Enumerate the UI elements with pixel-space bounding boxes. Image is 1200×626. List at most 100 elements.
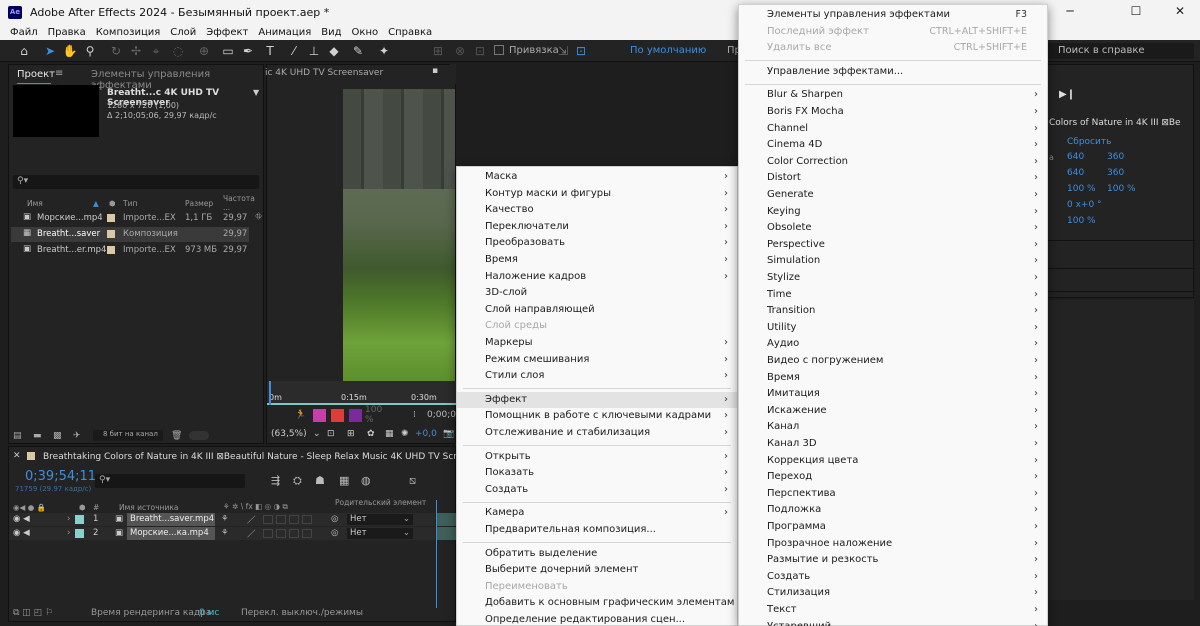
toggle-switch[interactable]	[189, 431, 209, 440]
work-area-bar[interactable]	[267, 403, 457, 405]
switch-box[interactable]	[289, 515, 299, 524]
fx-устаревший[interactable]: Устаревший ›	[739, 619, 1047, 626]
mask-icon[interactable]	[313, 408, 326, 422]
ctx-открыть[interactable]: Открыть ›	[457, 449, 737, 466]
ctx-режим-смешивания[interactable]: Режим смешивания ›	[457, 352, 737, 369]
tab-composition[interactable]: ic 4K UHD TV Screensaver	[265, 68, 383, 78]
ctx-добавить-к-основным-графическим-элементам[interactable]: Добавить к основным графическим элемента…	[457, 595, 737, 612]
help-search-input[interactable]: Поиск в справке	[1058, 45, 1145, 56]
shy-icon[interactable]: ☗	[315, 474, 325, 487]
fx-cinema-4d[interactable]: Cinema 4D ›	[739, 137, 1047, 154]
fx-управление-эффектами[interactable]: Управление эффектами...	[739, 64, 1047, 81]
fx-имитация[interactable]: Имитация ›	[739, 386, 1047, 403]
play-icon[interactable]: ▶❙	[1059, 89, 1075, 100]
quality-switch-icon[interactable]: ／	[247, 514, 256, 526]
fx-generate[interactable]: Generate ›	[739, 187, 1047, 204]
fx-подложка[interactable]: Подложка ›	[739, 502, 1047, 519]
fx-время[interactable]: Время ›	[739, 370, 1047, 387]
col-type[interactable]: Тип	[123, 199, 137, 208]
rectangle-tool-icon[interactable]: ▭	[220, 43, 236, 59]
project-item[interactable]: ▦ Breatht...saver Композиция 29,97	[11, 227, 249, 242]
expand-icon[interactable]: ›	[67, 514, 70, 524]
fx-blur-sharpen[interactable]: Blur & Sharpen ›	[739, 87, 1047, 104]
ctx-переключатели[interactable]: Переключатели ›	[457, 219, 737, 236]
fx-time[interactable]: Time ›	[739, 287, 1047, 304]
parent-dropdown[interactable]: Нет ⌄	[347, 528, 413, 539]
menu-1[interactable]: Правка	[48, 27, 86, 38]
fx-distort[interactable]: Distort ›	[739, 170, 1047, 187]
ctx-маска[interactable]: Маска ›	[457, 169, 737, 186]
menu-8[interactable]: Справка	[388, 27, 432, 38]
fx-создать[interactable]: Создать ›	[739, 569, 1047, 586]
world-axis-icon[interactable]: ⊗	[452, 43, 468, 59]
ctx-3d-слой[interactable]: 3D-слой	[457, 285, 737, 302]
channels-icon[interactable]: ✿	[367, 429, 375, 439]
roto-brush-icon[interactable]: ✎	[350, 43, 366, 59]
table-row[interactable]: ◉ ◀ › 2 ▣ Морские...ка.mp4 ⚘ ／ ◎ Нет ⌄	[9, 527, 457, 540]
col-size[interactable]: Размер	[185, 199, 213, 208]
ctx-наложение-кадров[interactable]: Наложение кадров ›	[457, 269, 737, 286]
ctx-время[interactable]: Время ›	[457, 252, 737, 269]
col-name[interactable]: Имя	[27, 199, 43, 208]
switch-box[interactable]	[302, 529, 312, 538]
hand-tool-icon[interactable]: ✋	[62, 43, 78, 59]
property-value[interactable]: 100 %	[1067, 184, 1096, 194]
interpret-footage-icon[interactable]: ▤	[13, 431, 22, 441]
ctx-отслеживание-и-стабилизация[interactable]: Отслеживание и стабилизация ›	[457, 425, 737, 442]
draft-3d-icon[interactable]: ⛭	[293, 474, 302, 488]
reset-button[interactable]: Сбросить	[1067, 137, 1111, 147]
camera-tool-icon[interactable]: ⌖	[148, 43, 164, 59]
fx-видео-с-погружением[interactable]: Видео с погружением ›	[739, 353, 1047, 370]
layer-duration-bar[interactable]	[437, 527, 457, 540]
current-timecode[interactable]: 0;39;54;11	[25, 469, 96, 484]
tab-project[interactable]: Проект	[17, 69, 55, 80]
switch-modes-toggle[interactable]: Перекл. выключ./режимы	[241, 608, 363, 618]
anchor-tool-icon[interactable]: ⊕	[196, 43, 212, 59]
motion-blur-icon[interactable]: ◍	[361, 474, 371, 487]
fx-perspective[interactable]: Perspective ›	[739, 237, 1047, 254]
rotate-tool-icon[interactable]: ↻	[108, 43, 124, 59]
col-source-name[interactable]: Имя источника	[119, 503, 178, 512]
timeline-playhead[interactable]	[436, 500, 437, 608]
ctx-преобразовать[interactable]: Преобразовать ›	[457, 235, 737, 252]
parent-dropdown[interactable]: Нет ⌄	[347, 514, 413, 525]
fx-канал[interactable]: Канал ›	[739, 419, 1047, 436]
layer-tab-icon[interactable]: ▪	[432, 66, 438, 76]
render-icon[interactable]: ✈	[73, 431, 81, 441]
playhead-indicator[interactable]	[269, 381, 271, 405]
zoom-dropdown-icon[interactable]: ⌄	[313, 429, 321, 439]
close-button[interactable]: ✕	[1160, 4, 1200, 21]
fx-переход[interactable]: Переход ›	[739, 469, 1047, 486]
fx-текст[interactable]: Текст ›	[739, 602, 1047, 619]
zoom-tool-icon[interactable]: ⚲	[82, 43, 98, 59]
fx-keying[interactable]: Keying ›	[739, 204, 1047, 221]
fx-color-correction[interactable]: Color Correction ›	[739, 154, 1047, 171]
ctx-маркеры[interactable]: Маркеры ›	[457, 335, 737, 352]
menu-4[interactable]: Эффект	[206, 27, 248, 38]
zoom-level[interactable]: (63,5%)	[271, 429, 307, 439]
menu-6[interactable]: Вид	[321, 27, 341, 38]
property-value[interactable]: 100 %	[1067, 216, 1096, 226]
fx-channel[interactable]: Channel ›	[739, 121, 1047, 138]
timeline-search-input[interactable]: ⚲▾	[95, 474, 245, 488]
home-icon[interactable]: ⌂	[16, 43, 32, 59]
project-search-input[interactable]: ⚲▾	[13, 175, 259, 189]
color-swatch-icon[interactable]	[349, 408, 362, 422]
pick-whip-icon[interactable]: ◎	[331, 528, 338, 538]
pick-whip-icon[interactable]: ◎	[331, 514, 338, 524]
minimize-button[interactable]: ─	[1050, 4, 1090, 21]
switch-box[interactable]	[276, 515, 286, 524]
layer-duration-bar[interactable]	[437, 513, 457, 526]
ctx-выберите-дочерний-элемент[interactable]: Выберите дочерний элемент	[457, 562, 737, 579]
puppet-pin-icon[interactable]: ✦	[376, 43, 392, 59]
ctx-стили-слоя[interactable]: Стили слоя ›	[457, 368, 737, 385]
switch-box[interactable]	[276, 529, 286, 538]
opacity-percent[interactable]: 100 %	[365, 405, 382, 425]
shy-switch-icon[interactable]: ⚘	[221, 514, 229, 524]
menu-7[interactable]: Окно	[352, 27, 379, 38]
pen-tool-icon[interactable]: ✒	[240, 43, 256, 59]
toggle-switches-icon[interactable]: ⧉ ◫ ◰ ⚐	[13, 608, 53, 618]
selection-tool-icon[interactable]: ➤	[42, 43, 58, 59]
new-folder-icon[interactable]: ▬	[33, 431, 42, 441]
fx-коррекция-цвета[interactable]: Коррекция цвета ›	[739, 453, 1047, 470]
